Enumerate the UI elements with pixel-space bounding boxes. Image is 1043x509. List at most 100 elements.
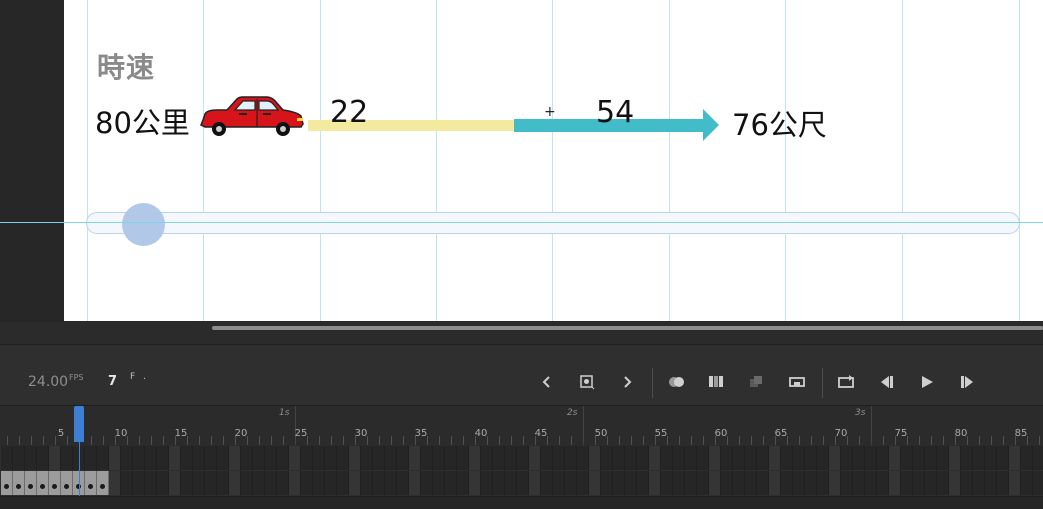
frame-cell[interactable]	[1009, 446, 1021, 470]
frame-cell[interactable]	[169, 471, 181, 495]
frame-cell[interactable]	[673, 471, 685, 495]
frame-cell[interactable]	[421, 446, 433, 470]
frame-cell[interactable]	[361, 471, 373, 495]
frame-cell[interactable]	[685, 446, 697, 470]
frame-cell[interactable]	[469, 471, 481, 495]
frame-cell[interactable]	[121, 446, 133, 470]
frame-cell[interactable]	[589, 471, 601, 495]
frame-cell[interactable]	[721, 471, 733, 495]
frame-cell[interactable]	[1021, 446, 1033, 470]
frame-cell[interactable]	[205, 446, 217, 470]
frame-cell[interactable]	[157, 446, 169, 470]
frame-cell[interactable]	[565, 446, 577, 470]
frame-cell[interactable]	[193, 446, 205, 470]
frame-cell[interactable]	[49, 446, 61, 470]
frame-cell[interactable]	[865, 471, 877, 495]
keyframe-cell[interactable]	[85, 471, 97, 495]
frame-cell[interactable]	[733, 471, 745, 495]
frame-cell[interactable]	[385, 471, 397, 495]
frame-cell[interactable]	[397, 471, 409, 495]
frame-cell[interactable]	[805, 471, 817, 495]
frame-cell[interactable]	[781, 471, 793, 495]
frame-cell[interactable]	[985, 446, 997, 470]
frame-cell[interactable]	[565, 471, 577, 495]
frame-cell[interactable]	[121, 471, 133, 495]
frame-cell[interactable]	[397, 446, 409, 470]
frame-cell[interactable]	[841, 471, 853, 495]
frame-cell[interactable]	[253, 446, 265, 470]
edit-multiple-frames-button[interactable]	[706, 372, 728, 392]
red-car-icon[interactable]	[197, 94, 305, 144]
frame-cell[interactable]	[493, 471, 505, 495]
frame-cell[interactable]	[661, 471, 673, 495]
frame-cell[interactable]	[145, 471, 157, 495]
frame-cell[interactable]	[685, 471, 697, 495]
frame-cell[interactable]	[589, 446, 601, 470]
frame-cell[interactable]	[937, 471, 949, 495]
frame-cell[interactable]	[757, 471, 769, 495]
frame-cell[interactable]	[721, 446, 733, 470]
frame-cell[interactable]	[841, 446, 853, 470]
frame-cell[interactable]	[253, 471, 265, 495]
frame-cell[interactable]	[697, 471, 709, 495]
frame-cell[interactable]	[229, 471, 241, 495]
insert-keyframe-button[interactable]	[576, 372, 598, 392]
frame-cell[interactable]	[457, 446, 469, 470]
frame-cell[interactable]	[793, 471, 805, 495]
keyframe-cell[interactable]	[61, 471, 73, 495]
next-keyframe-button[interactable]	[616, 372, 638, 392]
frame-cell[interactable]	[337, 446, 349, 470]
frame-cell[interactable]	[553, 471, 565, 495]
guide-line[interactable]	[552, 0, 553, 321]
frame-cell[interactable]	[481, 446, 493, 470]
frame-cell[interactable]	[997, 471, 1009, 495]
frame-cell[interactable]	[241, 446, 253, 470]
frame-cell[interactable]	[301, 471, 313, 495]
frame-cell[interactable]	[409, 446, 421, 470]
frame-cell[interactable]	[625, 471, 637, 495]
play-button[interactable]	[916, 372, 938, 392]
guide-line[interactable]	[320, 0, 321, 321]
frame-cell[interactable]	[217, 471, 229, 495]
frame-cell[interactable]	[337, 471, 349, 495]
frame-cell[interactable]	[109, 471, 121, 495]
frame-cell[interactable]	[997, 446, 1009, 470]
frame-cell[interactable]	[973, 446, 985, 470]
frame-cell[interactable]	[157, 471, 169, 495]
frame-cell[interactable]	[889, 446, 901, 470]
frame-cell[interactable]	[1009, 471, 1021, 495]
frame-cell[interactable]	[217, 446, 229, 470]
guide-line[interactable]	[785, 0, 786, 321]
frame-cell[interactable]	[169, 446, 181, 470]
frame-cell[interactable]	[349, 446, 361, 470]
frame-cell[interactable]	[649, 446, 661, 470]
frame-cell[interactable]	[529, 446, 541, 470]
frame-cell[interactable]	[769, 446, 781, 470]
frame-cell[interactable]	[541, 471, 553, 495]
frame-cell[interactable]	[85, 446, 97, 470]
prev-keyframe-button[interactable]	[536, 372, 558, 392]
step-forward-button[interactable]	[956, 372, 978, 392]
playhead[interactable]	[74, 406, 84, 442]
keyframe-cell[interactable]	[49, 471, 61, 495]
frame-cell[interactable]	[661, 446, 673, 470]
guide-line[interactable]	[203, 0, 204, 321]
frame-cell[interactable]	[925, 471, 937, 495]
frame-cell[interactable]	[505, 471, 517, 495]
frame-cell[interactable]	[517, 446, 529, 470]
frame-cell[interactable]	[985, 471, 997, 495]
frame-cell[interactable]	[313, 471, 325, 495]
frame-cell[interactable]	[97, 446, 109, 470]
center-frame-button[interactable]	[746, 372, 768, 392]
frame-cell[interactable]	[913, 471, 925, 495]
frame-cell[interactable]	[1, 446, 13, 470]
frame-cell[interactable]	[289, 471, 301, 495]
frame-cell[interactable]	[613, 446, 625, 470]
keyframe-cell[interactable]	[25, 471, 37, 495]
frame-cell[interactable]	[733, 446, 745, 470]
frame-cell[interactable]	[409, 471, 421, 495]
frame-cell[interactable]	[133, 471, 145, 495]
frame-cell[interactable]	[433, 471, 445, 495]
speed-value[interactable]: 80公里	[95, 100, 190, 142]
slider-knob[interactable]	[122, 203, 165, 246]
